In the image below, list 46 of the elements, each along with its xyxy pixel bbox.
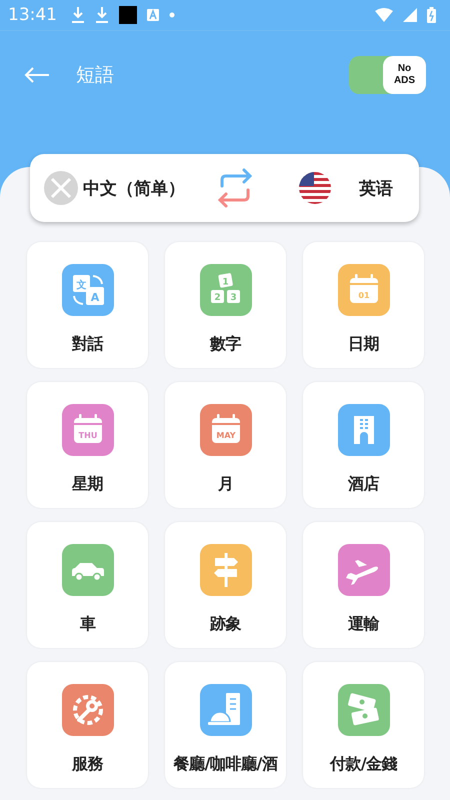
download-icon xyxy=(71,6,85,24)
category-card[interactable]: 1 2 3 數字 xyxy=(165,242,286,368)
category-label: 對話 xyxy=(72,334,103,355)
source-language[interactable]: 中文（简单） xyxy=(83,176,185,200)
category-card[interactable]: 01 日期 xyxy=(303,242,424,368)
battery-icon xyxy=(427,7,436,23)
page-title: 短語 xyxy=(76,63,114,88)
category-label: 月 xyxy=(218,474,234,495)
category-card[interactable]: 跡象 xyxy=(165,522,286,648)
target-language[interactable]: 英语 xyxy=(359,176,393,200)
signal-icon xyxy=(403,8,417,22)
download-icon xyxy=(95,6,109,24)
category-label: 酒店 xyxy=(348,474,379,495)
category-label: 車 xyxy=(80,614,96,635)
category-label: 餐廳/咖啡廳/酒 xyxy=(174,754,278,775)
translate-icon: 文 A xyxy=(62,264,114,316)
calendar-icon: THU xyxy=(62,404,114,456)
category-label: 跡象 xyxy=(210,614,241,635)
category-label: 數字 xyxy=(210,334,241,355)
category-card[interactable]: 服務 xyxy=(27,662,148,788)
category-card[interactable]: 車 xyxy=(27,522,148,648)
category-label: 服務 xyxy=(72,754,103,775)
wifi-icon xyxy=(375,8,393,22)
close-icon[interactable] xyxy=(44,171,78,205)
category-card[interactable]: 餐廳/咖啡廳/酒 xyxy=(165,662,286,788)
keyboard-icon xyxy=(147,9,159,21)
calendar-icon: 01 xyxy=(338,264,390,316)
square-icon xyxy=(119,6,137,24)
category-card[interactable]: 酒店 xyxy=(303,382,424,508)
category-label: 星期 xyxy=(72,474,103,495)
category-label: 付款/金錢 xyxy=(330,754,398,775)
status-time: 13:41 xyxy=(8,5,57,25)
no-ads-toggle[interactable]: No ADS xyxy=(349,56,426,94)
category-card[interactable]: THU 星期 xyxy=(27,382,148,508)
calendar-icon: MAY xyxy=(200,404,252,456)
category-label: 日期 xyxy=(348,334,379,355)
category-label: 運輸 xyxy=(348,614,379,635)
category-card[interactable]: 付款/金錢 xyxy=(303,662,424,788)
numbers-icon: 1 2 3 xyxy=(200,264,252,316)
category-card[interactable]: 運輸 xyxy=(303,522,424,648)
flag-icon xyxy=(299,172,331,204)
back-arrow-icon xyxy=(24,67,50,83)
swap-icon[interactable] xyxy=(217,168,253,208)
category-card[interactable]: MAY 月 xyxy=(165,382,286,508)
dot-icon xyxy=(169,12,175,18)
category-card[interactable]: 文 A 對話 xyxy=(27,242,148,368)
